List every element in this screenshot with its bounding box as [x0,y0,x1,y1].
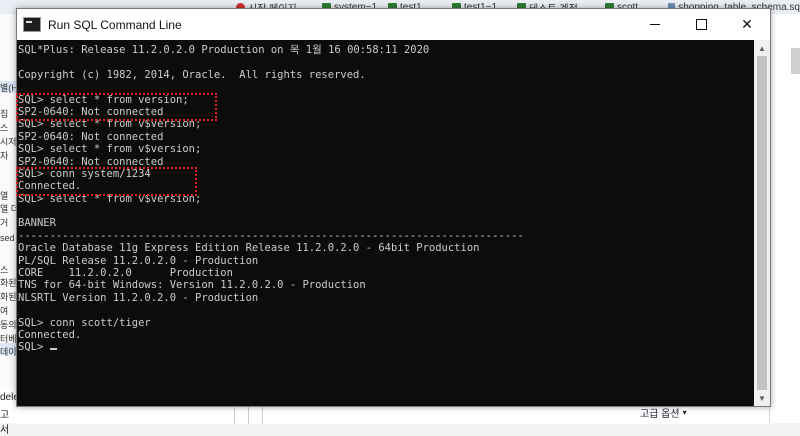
console-line: SQL*Plus: Release 11.2.0.2.0 Production … [18,44,430,56]
console-scrollbar[interactable]: ▲ ▼ [754,40,770,406]
console-line: ----------------------------------------… [18,229,524,242]
console-line: Copyright (c) 1982, 2014, Oracle. All ri… [18,68,366,81]
left-text: 시저 [0,137,16,147]
console-line: Connected. [18,328,82,341]
text-cursor [49,348,57,351]
left-text: 고서 [0,410,10,436]
maximize-button[interactable] [678,9,724,40]
console-line: CORE 11.2.0.2.0 Production [18,267,233,280]
console-app-icon [23,17,41,32]
divider [234,406,235,424]
minimize-icon [650,24,660,25]
left-text: 열 더 [0,204,16,214]
left-text: 화된 [0,278,16,288]
advanced-options-button[interactable]: 고급 옵션 ▾ [640,405,687,420]
console-line: BANNER [18,217,56,230]
divider [248,406,249,424]
left-text: 열 [0,191,9,201]
advanced-options-label: 고급 옵션 [640,409,680,420]
background-right-panel [769,14,800,423]
console-line: PL/SQL Release 11.2.0.2.0 - Production [18,254,259,267]
scroll-thumb[interactable] [757,56,767,390]
annotation-box-connected [16,167,197,196]
left-text: 동의 [0,320,16,330]
chevron-down-icon: ▾ [682,408,687,417]
console-line: TNS for 64-bit Windows: Version 11.2.0.2… [18,279,366,292]
left-text: 터베 [0,334,16,344]
window-titlebar[interactable]: Run SQL Command Line ✕ [17,9,770,40]
left-text: 여 [0,306,9,316]
console-line: SQL> conn scott/tiger [18,316,151,329]
console-line: Oracle Database 11g Express Edition Rele… [18,242,480,255]
sql-command-line-window[interactable]: Run SQL Command Line ✕ SQL*Plus: Release… [16,8,771,407]
left-text: 스 [0,265,9,275]
console-line: NLSRTL Version 11.2.0.2.0 - Production [18,291,259,304]
console-line: SQL> select * from v$version; [18,143,202,156]
divider [262,406,263,424]
left-text: 화된 [0,292,16,302]
scroll-down-icon[interactable]: ▼ [754,390,770,406]
annotation-box-not-connected [16,93,217,121]
scroll-up-icon[interactable]: ▲ [754,40,770,56]
console-line: SP2-0640: Not connected [18,130,164,143]
window-title: Run SQL Command Line [48,17,182,32]
background-scrollbar[interactable] [791,48,800,74]
left-text: 데이 [0,347,16,357]
left-text: 스 [0,123,9,133]
background-bottom-left: dele 고서 [0,388,19,436]
close-button[interactable]: ✕ [724,9,770,40]
left-text: 집 [0,109,9,119]
left-text: 별(H [0,83,16,93]
close-icon: ✕ [741,16,753,32]
left-text: sed [0,233,15,243]
maximize-icon [695,19,707,30]
minimize-button[interactable] [632,9,678,40]
prompt-text: SQL> [18,341,50,354]
left-text: 거 [0,218,9,228]
background-left-panel: 별(H 집 스 시저 자 열 열 더 거 sed 스 화된 화된 여 동의 터베… [0,14,17,423]
left-text: 자 [0,151,9,161]
console-prompt-line[interactable]: SQL> [18,341,755,353]
